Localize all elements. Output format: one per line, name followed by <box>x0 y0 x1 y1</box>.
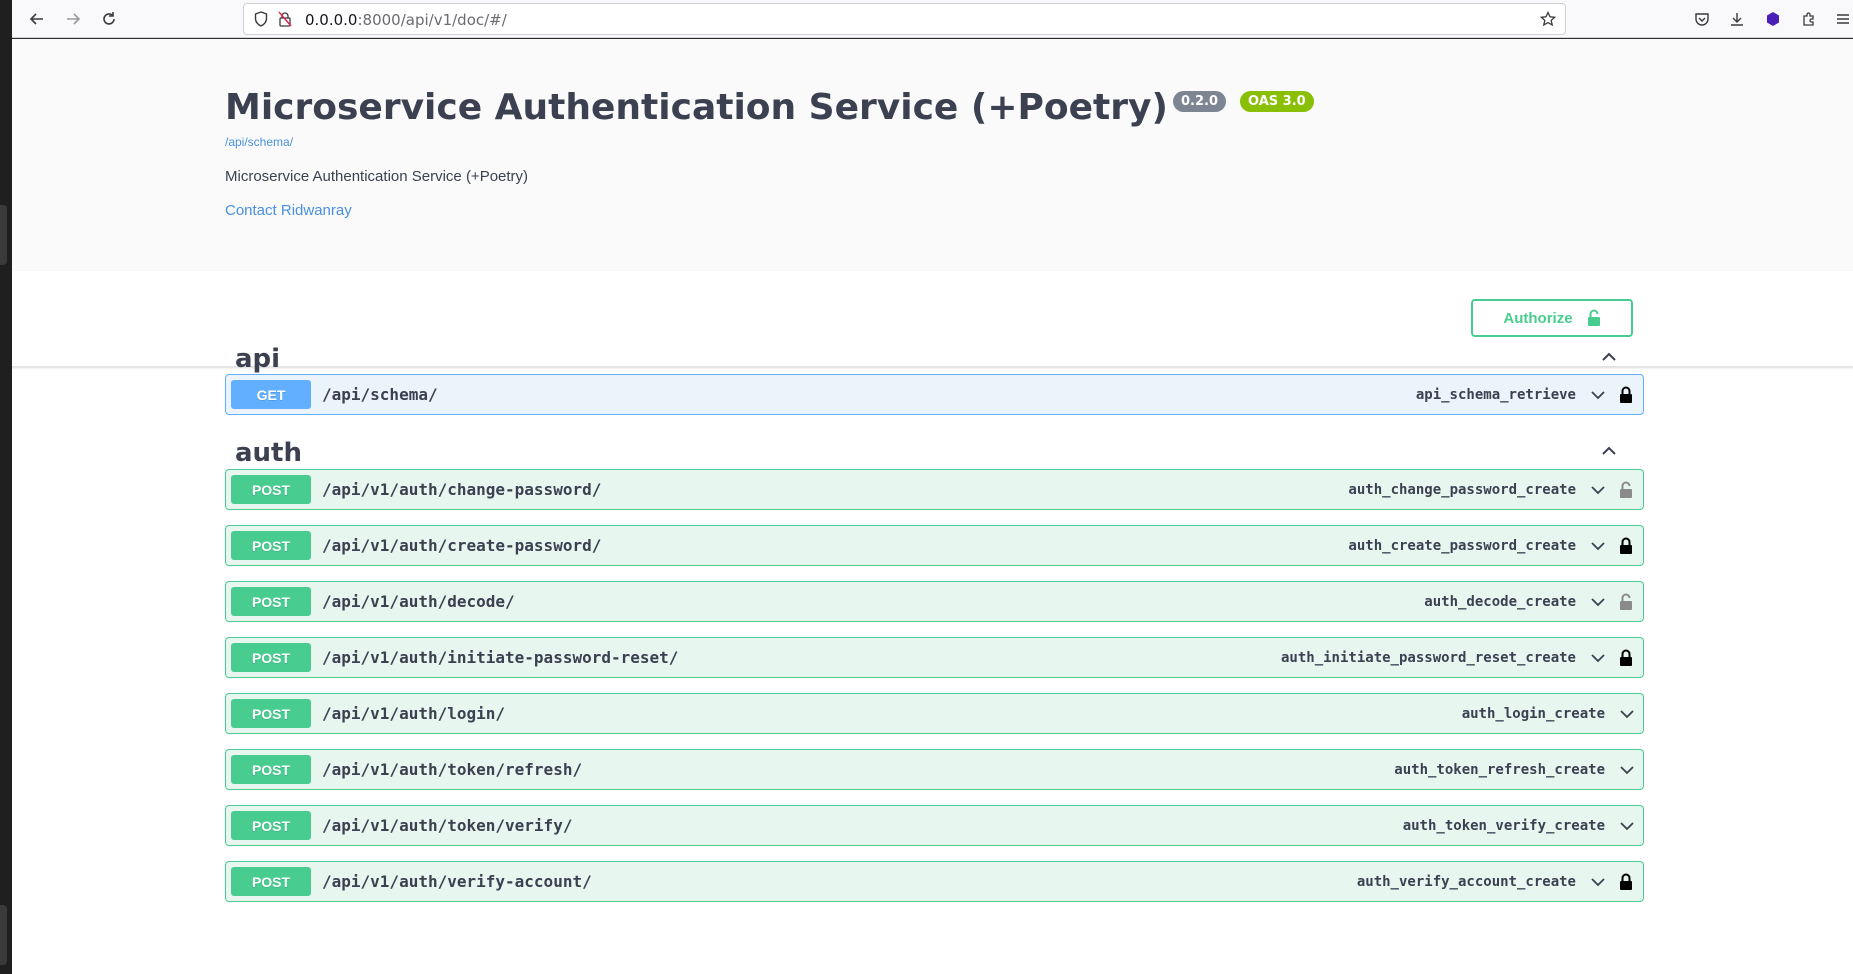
url-rest: :8000/api/v1/doc/#/ <box>357 11 507 29</box>
operation-row[interactable]: GET/api/schema/api_schema_retrieve <box>225 374 1644 415</box>
pocket-button[interactable] <box>1689 6 1715 32</box>
unlock-icon <box>1587 309 1600 326</box>
authorize-label: Authorize <box>1503 309 1573 327</box>
chevron-down-icon[interactable] <box>1617 704 1637 724</box>
download-icon <box>1731 13 1743 26</box>
browser-toolbar: 0.0.0.0:8000/api/v1/doc/#/ <box>12 0 1853 38</box>
service-description: Microservice Authentication Service (+Po… <box>225 168 529 185</box>
back-button[interactable] <box>24 6 50 32</box>
extensions-menu-button[interactable] <box>1796 6 1822 32</box>
schema-link[interactable]: /api/schema/ <box>225 135 293 149</box>
app-menu-button[interactable] <box>1830 6 1853 32</box>
operation-id: auth_create_password_create <box>1348 537 1576 554</box>
operation-id: auth_initiate_password_reset_create <box>1280 649 1576 666</box>
url-text[interactable]: 0.0.0.0:8000/api/v1/doc/#/ <box>305 11 507 29</box>
arrow-right-icon <box>67 13 81 25</box>
http-method-badge: POST <box>231 867 311 896</box>
chevron-down-icon[interactable] <box>1588 385 1608 405</box>
forward-button[interactable] <box>60 6 86 32</box>
chevron-up-icon[interactable] <box>1600 442 1624 466</box>
endpoint-path: /api/v1/auth/decode/ <box>322 592 515 611</box>
downloads-button[interactable] <box>1724 6 1750 32</box>
url-bar[interactable]: 0.0.0.0:8000/api/v1/doc/#/ <box>243 3 1566 35</box>
endpoint-path: /api/v1/auth/initiate-password-reset/ <box>322 648 679 667</box>
shield-icon[interactable] <box>252 10 270 28</box>
info-section: Microservice Authentication Service (+Po… <box>12 39 1853 271</box>
endpoint-path: /api/v1/auth/token/refresh/ <box>322 760 583 779</box>
tag-title: api <box>235 344 281 374</box>
http-method-badge: POST <box>231 587 311 616</box>
lock-open-icon[interactable] <box>1616 479 1636 501</box>
operation-id: auth_token_verify_create <box>1402 817 1605 834</box>
operation-row[interactable]: POST/api/v1/auth/verify-account/auth_ver… <box>225 861 1644 902</box>
operation-row[interactable]: POST/api/v1/auth/create-password/auth_cr… <box>225 525 1644 566</box>
http-method-badge: GET <box>231 380 311 409</box>
operation-id: api_schema_retrieve <box>1415 386 1576 403</box>
operation-row[interactable]: POST/api/v1/auth/login/auth_login_create <box>225 693 1644 734</box>
operation-row[interactable]: POST/api/v1/auth/initiate-password-reset… <box>225 637 1644 678</box>
lock-open-icon[interactable] <box>1616 591 1636 613</box>
chevron-down-icon[interactable] <box>1588 648 1608 668</box>
pocket-icon <box>1695 13 1709 26</box>
lock-closed-icon[interactable] <box>1616 871 1636 893</box>
operation-row[interactable]: POST/api/v1/auth/token/refresh/auth_toke… <box>225 749 1644 790</box>
bookmark-star-icon[interactable] <box>1539 10 1557 28</box>
endpoint-path: /api/v1/auth/change-password/ <box>322 480 602 499</box>
arrow-left-icon <box>29 13 43 25</box>
chevron-down-icon[interactable] <box>1617 816 1637 836</box>
tag-title: auth <box>235 438 302 468</box>
url-host: 0.0.0.0 <box>305 11 358 29</box>
operation-row[interactable]: POST/api/v1/auth/decode/auth_decode_crea… <box>225 581 1644 622</box>
operation-id: auth_login_create <box>1461 705 1605 722</box>
http-method-badge: POST <box>231 643 311 672</box>
chevron-down-icon[interactable] <box>1588 536 1608 556</box>
hamburger-icon <box>1837 14 1849 24</box>
http-method-badge: POST <box>231 531 311 560</box>
puzzle-icon <box>1803 12 1814 26</box>
operation-id: auth_verify_account_create <box>1356 873 1576 890</box>
http-method-badge: POST <box>231 699 311 728</box>
contact-link[interactable]: Contact Ridwanray <box>225 202 352 219</box>
edge-notch <box>0 905 7 965</box>
lock-closed-icon[interactable] <box>1616 535 1636 557</box>
http-method-badge: POST <box>231 755 311 784</box>
endpoint-path: /api/v1/auth/create-password/ <box>322 536 602 555</box>
http-method-badge: POST <box>231 811 311 840</box>
version-badge: 0.2.0 <box>1173 91 1227 112</box>
extension-hex-icon <box>1767 12 1779 26</box>
lock-closed-icon[interactable] <box>1616 647 1636 669</box>
extension-button[interactable] <box>1760 6 1786 32</box>
operation-row[interactable]: POST/api/v1/auth/token/verify/auth_token… <box>225 805 1644 846</box>
chevron-down-icon[interactable] <box>1617 760 1637 780</box>
chevron-up-icon[interactable] <box>1600 348 1624 372</box>
endpoint-path: /api/v1/auth/login/ <box>322 704 506 723</box>
reload-button[interactable] <box>96 6 122 32</box>
oas-badge: OAS 3.0 <box>1240 91 1314 112</box>
operation-row[interactable]: POST/api/v1/auth/change-password/auth_ch… <box>225 469 1644 510</box>
chevron-down-icon[interactable] <box>1588 592 1608 612</box>
endpoint-path: /api/schema/ <box>322 385 438 404</box>
chevron-down-icon[interactable] <box>1588 480 1608 500</box>
reload-icon <box>103 12 115 25</box>
chevron-down-icon[interactable] <box>1588 872 1608 892</box>
operation-id: auth_decode_create <box>1424 593 1576 610</box>
operation-id: auth_change_password_create <box>1348 481 1576 498</box>
operation-id: auth_token_refresh_create <box>1394 761 1605 778</box>
edge-notch <box>0 205 7 265</box>
window-edge <box>0 0 12 974</box>
lock-closed-icon[interactable] <box>1616 384 1636 406</box>
endpoint-path: /api/v1/auth/token/verify/ <box>322 816 573 835</box>
page-title: Microservice Authentication Service (+Po… <box>225 87 1168 128</box>
swagger-page: Microservice Authentication Service (+Po… <box>12 39 1853 974</box>
insecure-lock-icon[interactable] <box>276 10 294 28</box>
http-method-badge: POST <box>231 475 311 504</box>
endpoint-path: /api/v1/auth/verify-account/ <box>322 872 592 891</box>
